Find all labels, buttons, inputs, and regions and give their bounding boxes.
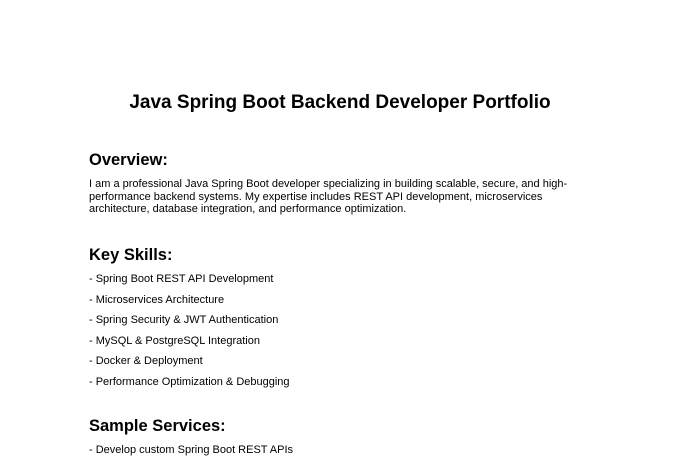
- document-page: Java Spring Boot Backend Developer Portf…: [0, 0, 680, 459]
- sample-services-list: - Develop custom Spring Boot REST APIs: [89, 444, 293, 465]
- overview-paragraph: I am a professional Java Spring Boot dev…: [89, 178, 568, 215]
- list-item: - Docker & Deployment: [89, 355, 203, 367]
- document-title: Java Spring Boot Backend Developer Portf…: [129, 92, 551, 113]
- list-item: - Develop custom Spring Boot REST APIs: [89, 444, 293, 456]
- list-item: - Performance Optimization & Debugging: [89, 375, 290, 388]
- list-item: - Microservices Architecture: [89, 293, 225, 306]
- list-item: - Spring Boot REST API Development: [89, 273, 274, 285]
- key-skills-heading: Key Skills:: [89, 246, 173, 264]
- overview-heading: Overview:: [89, 151, 168, 169]
- list-item: - Spring Security & JWT Authentication: [89, 314, 279, 326]
- key-skills-list: - Spring Boot REST API Development - Mic…: [89, 273, 290, 396]
- list-item: - MySQL & PostgreSQL Integration: [89, 334, 260, 347]
- sample-services-heading: Sample Services:: [89, 417, 226, 435]
